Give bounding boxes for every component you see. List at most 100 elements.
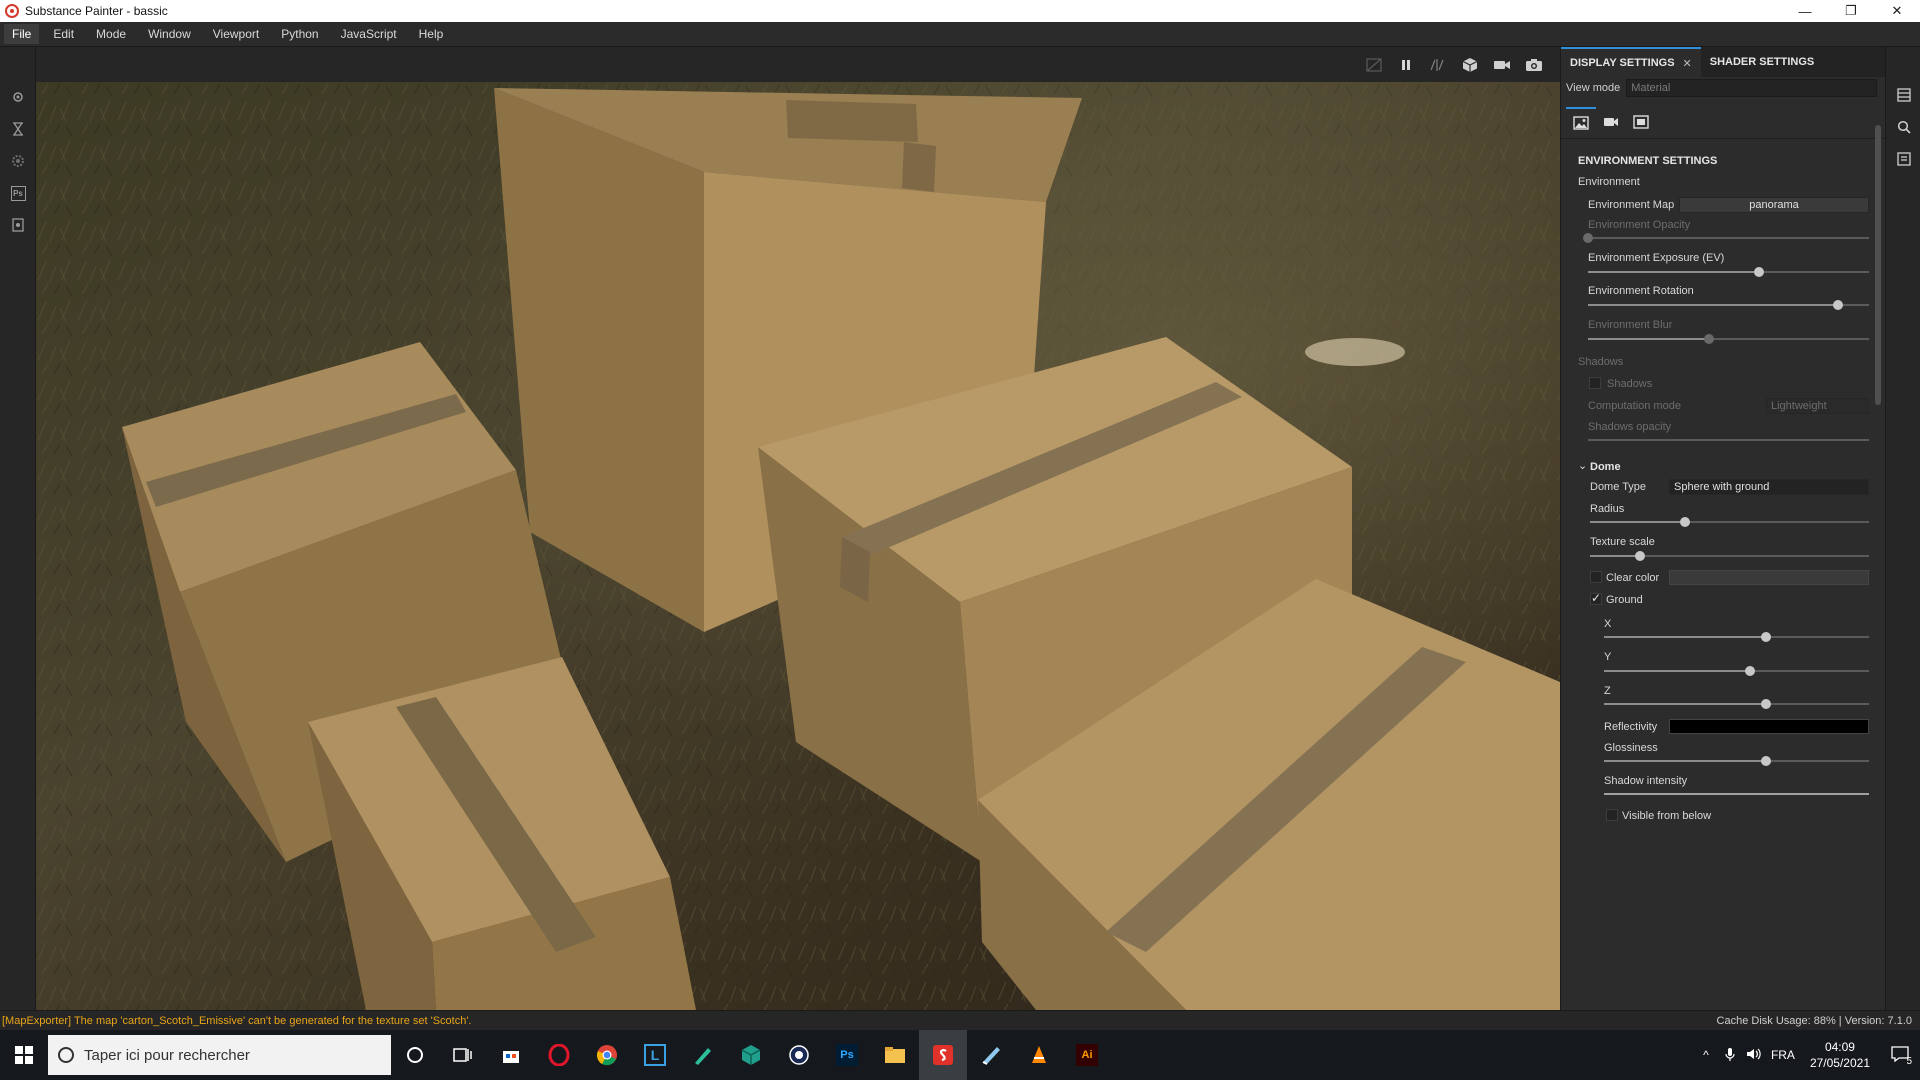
store-icon[interactable] (487, 1030, 535, 1080)
folder-icon[interactable] (871, 1030, 919, 1080)
status-message[interactable]: [MapExporter] The map 'carton_Scotch_Emi… (2, 1015, 471, 1027)
slider-handle[interactable] (1754, 267, 1765, 277)
menu-python[interactable]: Python (273, 24, 326, 44)
minimize-button[interactable]: — (1782, 0, 1828, 22)
slider-handle[interactable] (1703, 334, 1714, 344)
environment-blur-slider[interactable] (1588, 334, 1869, 344)
pause-icon[interactable] (1390, 49, 1422, 81)
ground-y-slider[interactable] (1604, 666, 1869, 676)
ground-x-slider[interactable] (1604, 632, 1869, 642)
environment-rotation-slider[interactable] (1588, 300, 1869, 310)
close-icon[interactable]: ✕ (1683, 57, 1692, 70)
view-mode-label: View mode (1566, 82, 1621, 94)
shadows-opacity-slider[interactable] (1588, 439, 1869, 441)
ground-y-label: Y (1604, 651, 1612, 663)
reflectivity-swatch[interactable] (1669, 719, 1869, 734)
slider-handle[interactable] (1635, 551, 1646, 561)
app-L-icon[interactable]: L (631, 1030, 679, 1080)
slider-handle[interactable] (1760, 699, 1771, 709)
panel-scrollbar[interactable] (1875, 125, 1881, 405)
clock[interactable]: 04:09 27/05/2021 (1810, 1039, 1870, 1071)
photoshop-icon[interactable]: Ps (823, 1030, 871, 1080)
ground-checkbox[interactable] (1590, 591, 1602, 605)
task-view-icon[interactable] (439, 1030, 487, 1080)
taskbar-search[interactable]: Taper ici pour rechercher (48, 1035, 391, 1075)
slider-handle[interactable] (1760, 632, 1771, 642)
menu-file[interactable]: File (4, 24, 40, 44)
language-indicator[interactable]: FRA (1766, 1048, 1800, 1062)
opera-icon[interactable] (535, 1030, 583, 1080)
slider-handle[interactable] (1833, 300, 1844, 310)
dome-type-dropdown[interactable]: Sphere with ground (1669, 479, 1869, 495)
visible-from-below-checkbox[interactable] (1606, 809, 1618, 821)
slider-handle[interactable] (1679, 517, 1690, 527)
computation-mode-dropdown[interactable]: Lightweight (1766, 398, 1869, 414)
tab-display-settings[interactable]: DISPLAY SETTINGS ✕ (1561, 47, 1701, 77)
layers-icon[interactable] (1886, 79, 1920, 111)
maximize-button[interactable]: ❐ (1828, 0, 1874, 22)
environment-exposure-slider[interactable] (1588, 267, 1869, 277)
vlc-icon[interactable] (1015, 1030, 1063, 1080)
environment-map-field[interactable]: panorama (1679, 197, 1869, 213)
app-circle-icon[interactable] (775, 1030, 823, 1080)
screenshot-icon[interactable] (1518, 49, 1550, 81)
notifications-icon[interactable]: 5 (1880, 1045, 1920, 1067)
clear-color-checkbox[interactable] (1590, 571, 1602, 583)
menu-help[interactable]: Help (411, 24, 452, 44)
cortana-icon[interactable] (391, 1030, 439, 1080)
gear-icon[interactable] (0, 145, 36, 177)
3d-viewport[interactable] (36, 47, 1560, 1010)
slider-handle[interactable] (1583, 233, 1593, 243)
texture-scale-slider[interactable] (1590, 551, 1869, 561)
microphone-icon[interactable] (1718, 1047, 1742, 1064)
clear-color-swatch[interactable] (1669, 570, 1869, 585)
cube-icon[interactable] (1454, 49, 1486, 81)
split-view-icon[interactable] (1422, 49, 1454, 81)
illustrator-icon[interactable]: Ai (1063, 1030, 1111, 1080)
slider-handle[interactable] (1744, 666, 1755, 676)
panel-tabs: DISPLAY SETTINGS ✕ SHADER SETTINGS (1561, 47, 1885, 77)
photoshop-icon[interactable]: Ps (0, 177, 36, 209)
substance-icon[interactable] (919, 1030, 967, 1080)
tab-shader-settings[interactable]: SHADER SETTINGS (1701, 47, 1824, 77)
menu-viewport[interactable]: Viewport (205, 24, 267, 44)
viewer-settings-icon[interactable] (1626, 107, 1656, 137)
dome-section-title[interactable]: Dome (1590, 461, 1621, 473)
search-icon[interactable] (1886, 111, 1920, 143)
no-image-icon[interactable] (1358, 49, 1390, 81)
display-subtabs (1561, 105, 1885, 139)
menu-mode[interactable]: Mode (88, 24, 134, 44)
dome-expand-icon[interactable]: ⌄ (1578, 459, 1587, 472)
environment-tab-icon[interactable] (1566, 106, 1596, 137)
pen-icon[interactable] (679, 1030, 727, 1080)
shadows-checkbox[interactable] (1589, 377, 1601, 389)
camera-settings-icon[interactable] (1596, 107, 1626, 137)
slider-handle[interactable] (1760, 756, 1771, 766)
menu-edit[interactable]: Edit (45, 24, 82, 44)
volume-icon[interactable] (1742, 1047, 1766, 1064)
properties-icon[interactable] (1886, 143, 1920, 175)
document-icon[interactable] (0, 209, 36, 241)
shadow-intensity-slider[interactable] (1604, 793, 1869, 795)
app-blue-icon[interactable] (967, 1030, 1015, 1080)
settings-icon[interactable] (0, 81, 36, 113)
environment-opacity-slider[interactable] (1583, 233, 1869, 243)
hourglass-icon[interactable] (0, 113, 36, 145)
windows-start-icon[interactable] (0, 1030, 48, 1080)
menu-window[interactable]: Window (140, 24, 199, 44)
camera-icon[interactable] (1486, 49, 1518, 81)
chrome-icon[interactable] (583, 1030, 631, 1080)
shadow-intensity-label: Shadow intensity (1604, 775, 1688, 787)
glossiness-slider[interactable] (1604, 756, 1869, 766)
shadows-checkbox-label: Shadows (1607, 378, 1653, 390)
ground-z-slider[interactable] (1604, 699, 1869, 709)
menu-javascript[interactable]: JavaScript (333, 24, 405, 44)
illustrator-taskbar-label: Ai (1076, 1044, 1098, 1066)
app-cube-icon[interactable] (727, 1030, 775, 1080)
title-bar: Substance Painter - bassic — ❐ ✕ (0, 0, 1920, 22)
radius-slider[interactable] (1590, 517, 1869, 527)
chevron-up-icon[interactable]: ^ (1694, 1048, 1718, 1062)
close-button[interactable]: ✕ (1874, 0, 1920, 22)
clock-date: 27/05/2021 (1809, 1056, 1870, 1070)
view-mode-dropdown[interactable]: Material (1626, 79, 1877, 97)
